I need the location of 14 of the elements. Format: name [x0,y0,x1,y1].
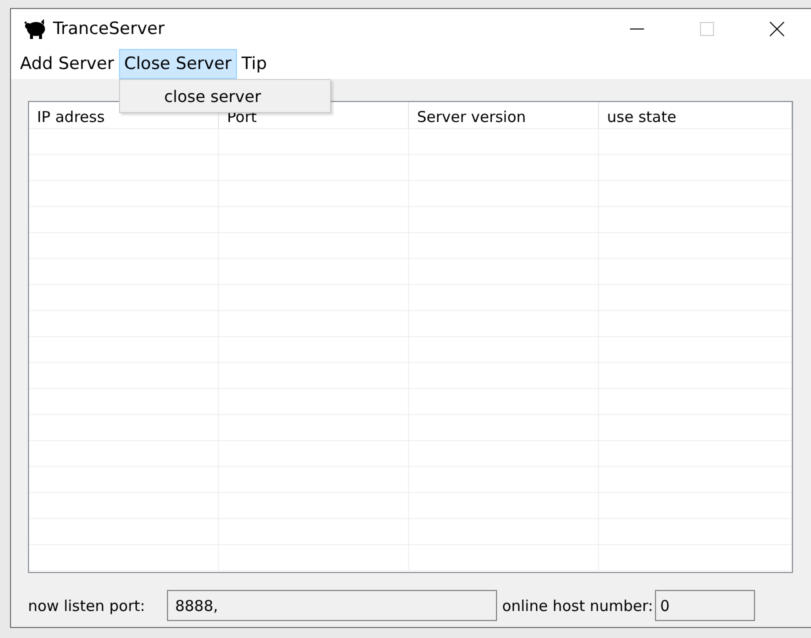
menu-item[interactable]: Tip [236,49,272,79]
column-header[interactable]: IP adress [29,102,219,128]
port-label: now listen port: [28,596,146,614]
menu-entry[interactable]: close server [120,80,330,112]
pig-icon [23,18,47,40]
close-icon[interactable] [769,21,785,37]
port-field[interactable]: 8888, [167,590,498,621]
column-header[interactable]: use state [599,102,792,128]
menu-item[interactable]: Close Server [119,49,237,79]
column-header[interactable]: Server version [409,102,599,128]
menu-item[interactable]: Add Server [15,49,120,79]
online-count-field[interactable]: 0 [655,590,756,621]
online-label: online host number: [502,596,654,614]
window-title: TranceServer [53,19,165,39]
